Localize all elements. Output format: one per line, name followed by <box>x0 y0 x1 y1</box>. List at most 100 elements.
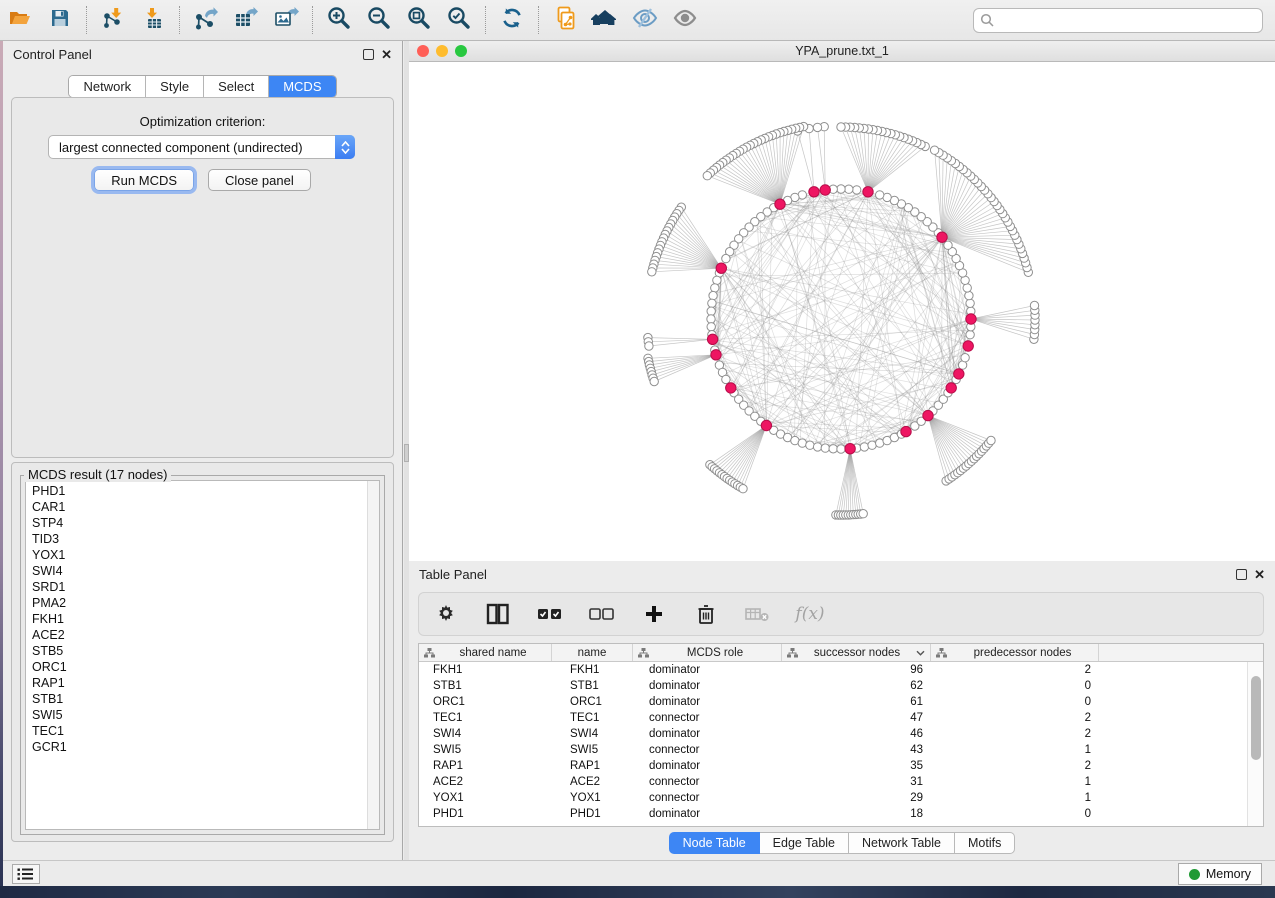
graph-leaf-node[interactable] <box>813 123 821 131</box>
show-all-button[interactable] <box>665 3 705 37</box>
graph-mcds-hub-node[interactable] <box>726 383 736 393</box>
table-row[interactable]: TEC1TEC1connector472 <box>419 710 1247 726</box>
graph-mcds-hub-node[interactable] <box>761 420 771 430</box>
graph-mcds-hub-node[interactable] <box>711 350 721 360</box>
cell-name[interactable]: SWI5 <box>552 742 633 758</box>
tab-style[interactable]: Style <box>146 76 204 97</box>
column-header-name[interactable]: name <box>552 644 633 661</box>
graph-node[interactable] <box>806 441 814 449</box>
first-neighbors-button[interactable] <box>585 3 625 37</box>
cell-successor-nodes[interactable]: 35 <box>782 758 931 774</box>
cell-MCDS-role[interactable]: dominator <box>633 662 782 678</box>
mcds-result-item[interactable]: GCR1 <box>32 739 361 755</box>
memory-button[interactable]: Memory <box>1178 863 1262 885</box>
clone-network-button[interactable] <box>545 3 585 37</box>
zoom-out-button[interactable] <box>359 3 399 37</box>
optimization-criterion-select[interactable]: largest connected component (undirected) <box>48 135 355 159</box>
close-panel-button[interactable]: Close panel <box>208 169 311 191</box>
cell-shared-name[interactable]: FKH1 <box>419 662 552 678</box>
graph-node[interactable] <box>961 354 969 362</box>
tab-network-table[interactable]: Network Table <box>849 832 955 854</box>
graph-leaf-node[interactable] <box>987 436 995 444</box>
cell-shared-name[interactable]: YOX1 <box>419 790 552 806</box>
table-scrollbar-thumb[interactable] <box>1251 676 1261 760</box>
graph-node[interactable] <box>944 241 952 249</box>
table-row[interactable]: FKH1FKH1dominator962 <box>419 662 1247 678</box>
cell-predecessor-nodes[interactable]: 1 <box>931 742 1099 758</box>
save-session-button[interactable] <box>40 3 80 37</box>
table-scrollbar[interactable] <box>1247 662 1263 826</box>
graph-node[interactable] <box>965 291 973 299</box>
cell-MCDS-role[interactable]: connector <box>633 710 782 726</box>
float-table-panel-icon[interactable] <box>1236 569 1247 580</box>
graph-mcds-hub-node[interactable] <box>716 263 726 273</box>
cell-predecessor-nodes[interactable]: 1 <box>931 774 1099 790</box>
create-column-button[interactable] <box>641 601 667 627</box>
graph-leaf-node[interactable] <box>930 146 938 154</box>
graph-node[interactable] <box>798 439 806 447</box>
graph-node[interactable] <box>813 443 821 451</box>
open-file-button[interactable] <box>0 3 40 37</box>
cell-shared-name[interactable]: PHD1 <box>419 806 552 822</box>
cell-predecessor-nodes[interactable]: 2 <box>931 662 1099 678</box>
cell-MCDS-role[interactable]: connector <box>633 774 782 790</box>
cell-MCDS-role[interactable]: dominator <box>633 726 782 742</box>
cell-shared-name[interactable]: ACE2 <box>419 774 552 790</box>
import-table-button[interactable] <box>133 3 173 37</box>
graph-node[interactable] <box>707 323 715 331</box>
cell-MCDS-role[interactable]: dominator <box>633 678 782 694</box>
zoom-fit-button[interactable] <box>399 3 439 37</box>
graph-mcds-hub-node[interactable] <box>707 334 717 344</box>
graph-node[interactable] <box>829 445 837 453</box>
graph-leaf-node[interactable] <box>837 123 845 131</box>
cell-shared-name[interactable]: SWI5 <box>419 742 552 758</box>
cell-name[interactable]: ACE2 <box>552 774 633 790</box>
cell-successor-nodes[interactable]: 43 <box>782 742 931 758</box>
table-row[interactable]: ORC1ORC1dominator610 <box>419 694 1247 710</box>
cell-name[interactable]: STB1 <box>552 678 633 694</box>
apply-layout-button[interactable] <box>492 3 532 37</box>
graph-node[interactable] <box>722 375 730 383</box>
close-panel-icon[interactable]: ✕ <box>381 49 392 60</box>
graph-node[interactable] <box>711 284 719 292</box>
graph-node[interactable] <box>707 307 715 315</box>
cell-shared-name[interactable]: SWI4 <box>419 726 552 742</box>
cell-MCDS-role[interactable]: dominator <box>633 758 782 774</box>
cell-MCDS-role[interactable]: connector <box>633 790 782 806</box>
close-table-panel-icon[interactable]: ✕ <box>1254 569 1265 580</box>
export-table-button[interactable] <box>226 3 266 37</box>
graph-node[interactable] <box>963 284 971 292</box>
graph-node[interactable] <box>709 291 717 299</box>
table-row[interactable]: SWI5SWI5connector431 <box>419 742 1247 758</box>
mcds-result-item[interactable]: SWI5 <box>32 707 361 723</box>
cell-shared-name[interactable]: ORC1 <box>419 694 552 710</box>
cell-name[interactable]: ORC1 <box>552 694 633 710</box>
import-network-button[interactable] <box>93 3 133 37</box>
graph-leaf-node[interactable] <box>859 510 867 518</box>
table-row[interactable]: SWI4SWI4dominator462 <box>419 726 1247 742</box>
cell-successor-nodes[interactable]: 61 <box>782 694 931 710</box>
select-all-columns-button[interactable] <box>537 601 563 627</box>
cell-predecessor-nodes[interactable]: 1 <box>931 790 1099 806</box>
graph-node[interactable] <box>845 185 853 193</box>
cell-predecessor-nodes[interactable]: 0 <box>931 678 1099 694</box>
cell-predecessor-nodes[interactable]: 0 <box>931 806 1099 822</box>
cell-shared-name[interactable]: STB1 <box>419 678 552 694</box>
table-row[interactable]: RAP1RAP1dominator352 <box>419 758 1247 774</box>
show-column-panel-button[interactable] <box>485 601 511 627</box>
tab-node-table[interactable]: Node Table <box>669 832 760 854</box>
graph-leaf-node[interactable] <box>648 268 656 276</box>
graph-mcds-hub-node[interactable] <box>863 187 873 197</box>
cell-name[interactable]: RAP1 <box>552 758 633 774</box>
column-header-MCDS-role[interactable]: MCDS role <box>633 644 782 661</box>
graph-node[interactable] <box>821 444 829 452</box>
cell-successor-nodes[interactable]: 29 <box>782 790 931 806</box>
search-input[interactable] <box>973 8 1263 33</box>
export-image-button[interactable] <box>266 3 306 37</box>
graph-node[interactable] <box>837 185 845 193</box>
mcds-result-item[interactable]: STB1 <box>32 691 361 707</box>
tab-network[interactable]: Network <box>69 76 146 97</box>
cell-MCDS-role[interactable]: dominator <box>633 806 782 822</box>
mcds-result-item[interactable]: FKH1 <box>32 611 361 627</box>
mcds-result-item[interactable]: CAR1 <box>32 499 361 515</box>
